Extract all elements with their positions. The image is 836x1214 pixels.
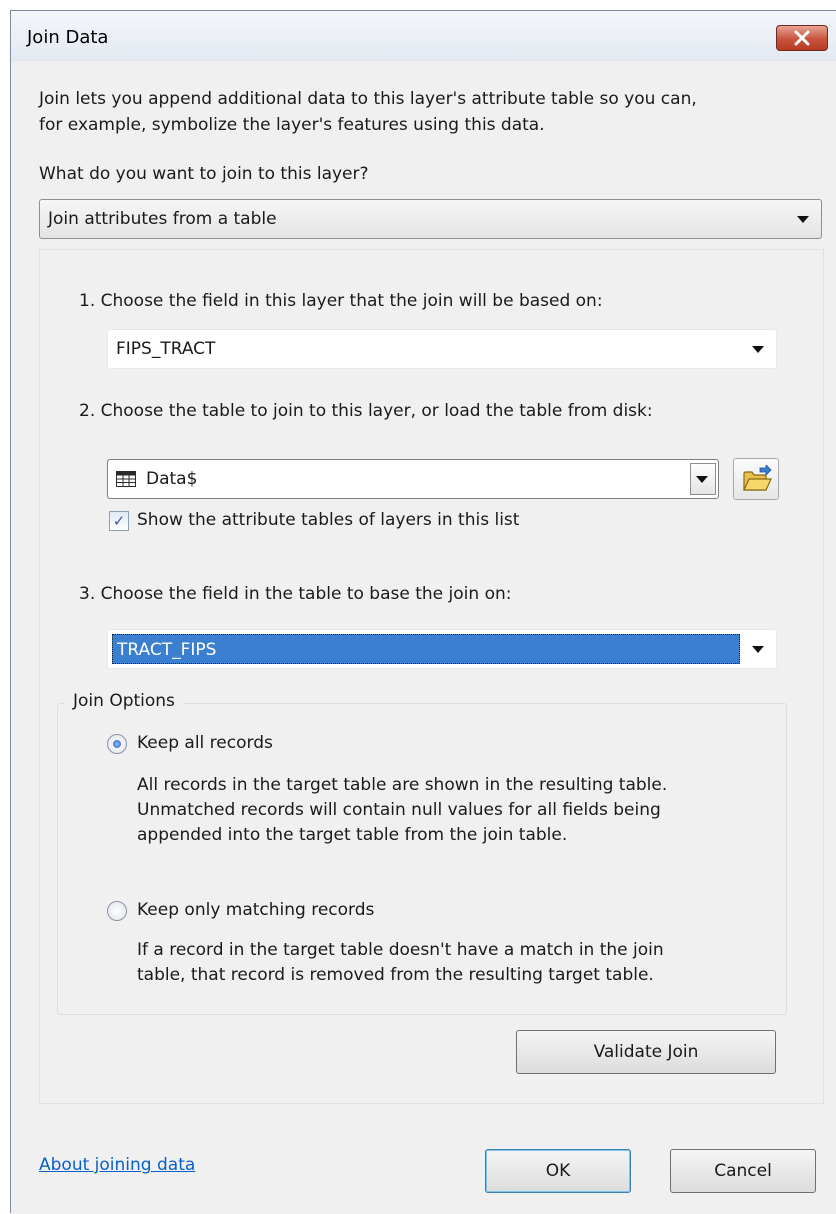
layer-field-dropdown[interactable]: FIPS_TRACT — [107, 329, 777, 369]
close-button[interactable] — [776, 25, 828, 51]
ok-label: OK — [545, 1161, 571, 1181]
dialog-title: Join Data — [27, 27, 109, 48]
intro-text-line1: Join lets you append additional data to … — [39, 89, 697, 109]
join-type-value: Join attributes from a table — [48, 209, 277, 229]
validate-join-button[interactable]: Validate Join — [516, 1030, 776, 1074]
radio-selected-dot — [113, 740, 121, 748]
keep-all-desc-line2: Unmatched records will contain null valu… — [137, 800, 661, 820]
cancel-label: Cancel — [714, 1161, 772, 1181]
keep-all-records-radio[interactable] — [107, 734, 127, 754]
keep-matching-records-label: Keep only matching records — [137, 900, 375, 920]
keep-all-desc-line1: All records in the target table are show… — [137, 775, 668, 795]
join-table-dropdown-button[interactable] — [690, 463, 716, 495]
check-icon: ✓ — [112, 512, 126, 530]
step1-label: 1. Choose the field in this layer that t… — [79, 291, 603, 311]
table-field-dropdown[interactable]: TRACT_FIPS — [107, 629, 777, 669]
layer-field-value: FIPS_TRACT — [116, 339, 216, 359]
dialog-body: Join lets you append additional data to … — [11, 61, 836, 1214]
about-joining-data-link[interactable]: About joining data — [39, 1155, 195, 1175]
table-icon — [116, 471, 136, 487]
intro-text-line2: for example, symbolize the layer's featu… — [39, 115, 545, 135]
join-type-dropdown[interactable]: Join attributes from a table — [39, 199, 822, 239]
show-attribute-tables-label: Show the attribute tables of layers in t… — [137, 510, 520, 530]
chevron-down-icon — [696, 476, 708, 483]
close-icon — [794, 30, 810, 46]
keep-matching-desc-line1: If a record in the target table doesn't … — [137, 940, 664, 960]
keep-matching-desc-line2: table, that record is removed from the r… — [137, 965, 654, 985]
browse-table-button[interactable] — [733, 458, 779, 500]
table-field-value: TRACT_FIPS — [112, 634, 740, 664]
join-options-legend: Join Options — [65, 691, 183, 711]
ok-button[interactable]: OK — [485, 1149, 631, 1193]
step2-label: 2. Choose the table to join to this laye… — [79, 401, 653, 421]
keep-all-desc-line3: appended into the target table from the … — [137, 825, 568, 845]
step3-label: 3. Choose the field in the table to base… — [79, 584, 512, 604]
join-data-dialog: Join Data Join lets you append additiona… — [10, 10, 836, 1214]
title-bar[interactable]: Join Data — [11, 11, 836, 61]
chevron-down-icon — [752, 646, 764, 653]
join-table-dropdown[interactable]: Data$ — [107, 459, 719, 499]
cancel-button[interactable]: Cancel — [670, 1149, 816, 1193]
validate-join-label: Validate Join — [593, 1042, 699, 1062]
chevron-down-icon — [752, 346, 764, 353]
chevron-down-icon — [797, 216, 809, 223]
keep-matching-records-radio[interactable] — [107, 901, 127, 921]
keep-all-records-label: Keep all records — [137, 733, 273, 753]
join-table-value: Data$ — [146, 469, 198, 489]
join-type-question: What do you want to join to this layer? — [39, 164, 369, 184]
show-attribute-tables-checkbox[interactable]: ✓ — [109, 511, 129, 531]
open-folder-icon — [743, 465, 772, 491]
